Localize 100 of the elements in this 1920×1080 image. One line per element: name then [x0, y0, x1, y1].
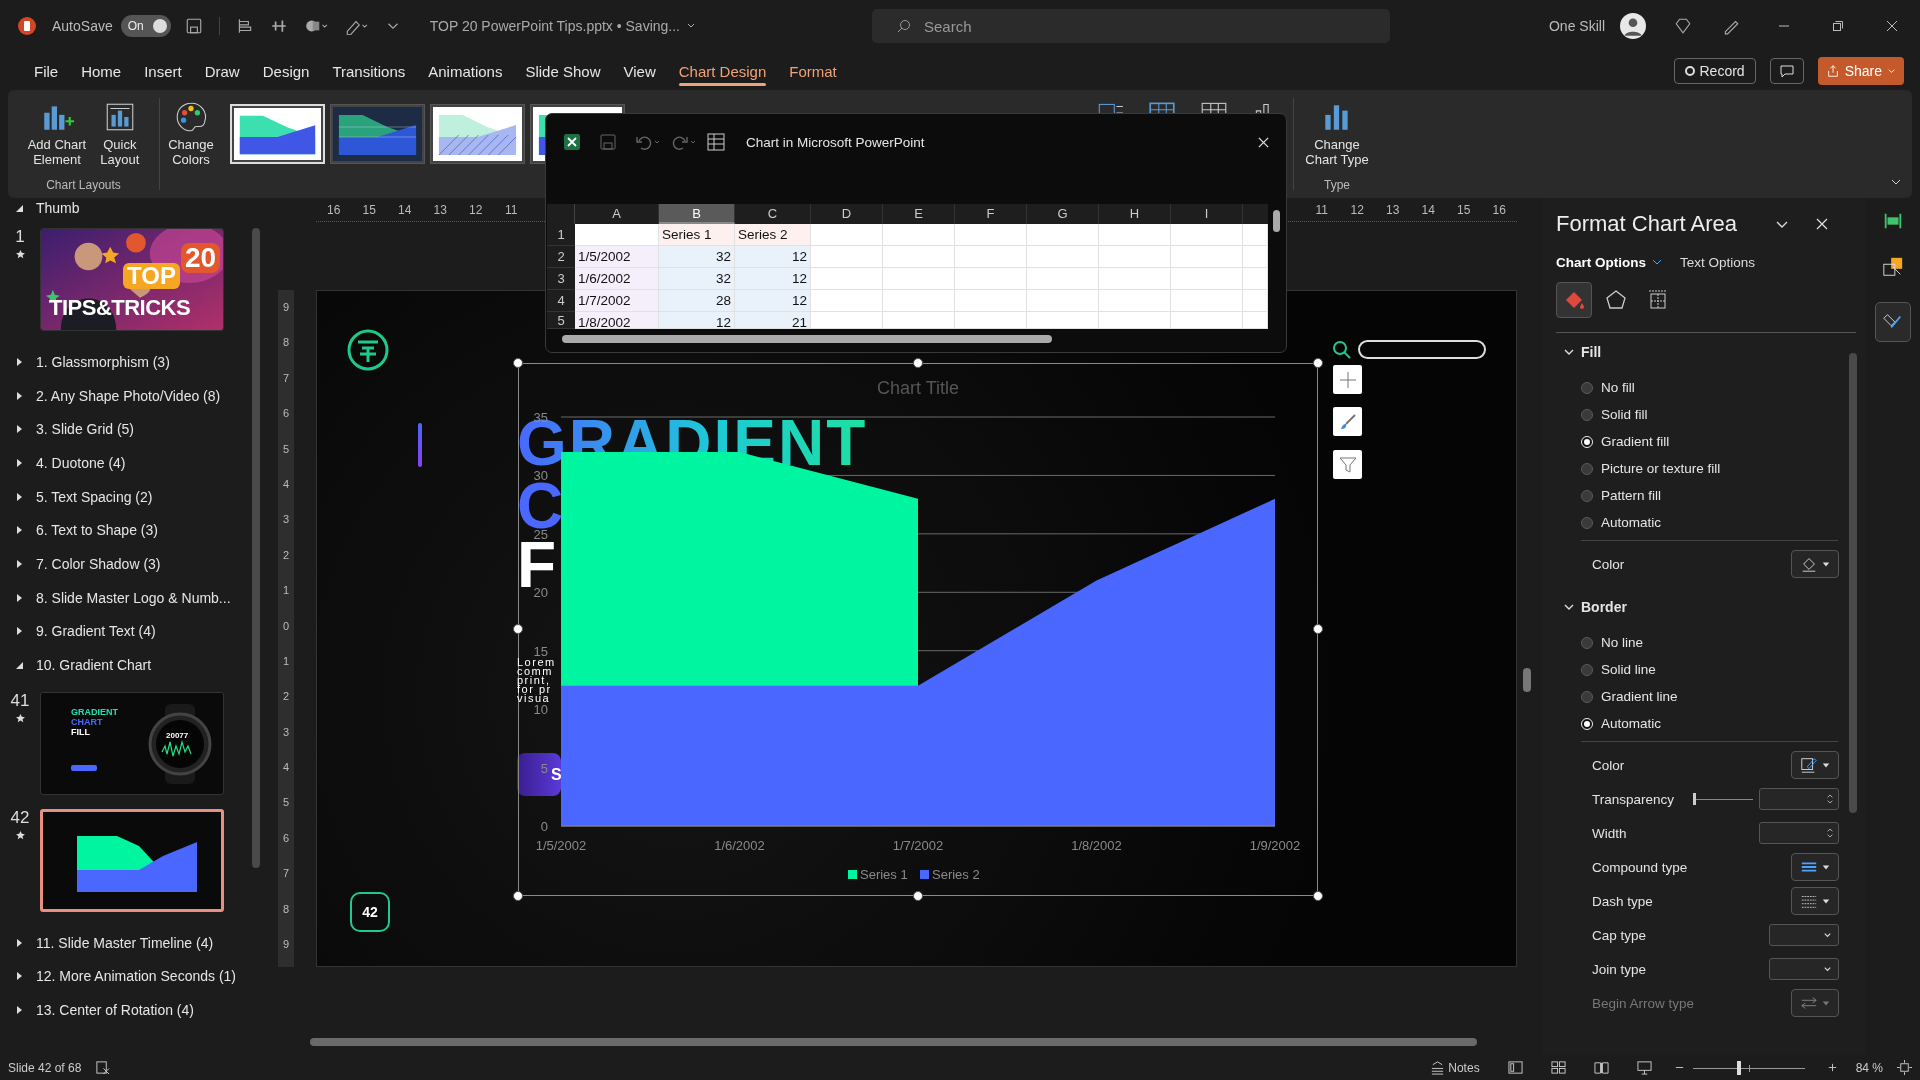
- expand-caret-icon[interactable]: [14, 424, 24, 435]
- close-icon[interactable]: [1886, 20, 1898, 32]
- record-button[interactable]: Record: [1673, 58, 1756, 84]
- table-cell[interactable]: 28: [659, 290, 735, 312]
- expand-caret-icon[interactable]: [14, 525, 24, 536]
- table-cell[interactable]: [883, 224, 955, 246]
- option-label[interactable]: Automatic: [1601, 515, 1662, 530]
- fit-slide-icon[interactable]: [1897, 1060, 1912, 1075]
- section-title[interactable]: 10. Gradient Chart: [36, 657, 152, 674]
- zoom-slider[interactable]: [1692, 1060, 1805, 1075]
- ribbon-button[interactable]: Quick Layout: [96, 96, 144, 167]
- option-label[interactable]: No line: [1601, 635, 1644, 650]
- column-header[interactable]: B: [659, 204, 735, 224]
- option-label[interactable]: Solid line: [1601, 662, 1656, 677]
- expand-caret-icon[interactable]: [1564, 602, 1574, 612]
- dropdown-field[interactable]: [1769, 924, 1839, 946]
- table-cell[interactable]: 1/8/2002: [575, 312, 659, 329]
- menu-tab[interactable]: View: [613, 56, 666, 86]
- section-title[interactable]: 4. Duotone (4): [36, 454, 126, 471]
- menu-tab[interactable]: Insert: [134, 56, 192, 86]
- expand-caret-icon[interactable]: [14, 491, 24, 502]
- chart-style-thumbnail[interactable]: [330, 104, 425, 164]
- table-cell[interactable]: [1171, 246, 1243, 268]
- expand-caret-icon[interactable]: [14, 390, 24, 401]
- table-icon[interactable]: [706, 132, 726, 152]
- distribute-icon[interactable]: [269, 17, 288, 35]
- menu-tab[interactable]: Format: [779, 56, 847, 86]
- radio-button[interactable]: [1581, 516, 1593, 529]
- table-cell[interactable]: [1099, 224, 1171, 246]
- transparency-slider[interactable]: [1693, 793, 1753, 805]
- zoom-in-icon[interactable]: [1826, 1062, 1838, 1073]
- radio-button[interactable]: [1581, 408, 1593, 421]
- table-cell[interactable]: [883, 290, 955, 312]
- width-field[interactable]: [1759, 822, 1839, 844]
- resize-handle[interactable]: [1313, 624, 1323, 634]
- ribbon-button[interactable]: Add Chart Element: [23, 96, 91, 167]
- section-title[interactable]: 1. Glassmorphism (3): [36, 353, 170, 370]
- radio-button[interactable]: [1581, 462, 1593, 475]
- share-button[interactable]: Share: [1817, 57, 1904, 85]
- change-colors-button[interactable]: Change Colors: [160, 90, 222, 198]
- column-header[interactable]: C: [735, 204, 811, 224]
- column-header[interactable]: A: [575, 204, 659, 224]
- option-label[interactable]: Gradient fill: [1601, 434, 1670, 449]
- section-title[interactable]: 11. Slide Master Timeline (4): [36, 934, 214, 951]
- format-pane-button[interactable]: [1875, 302, 1911, 342]
- accessibility-icon[interactable]: [95, 1060, 111, 1075]
- menu-tab[interactable]: Chart Design: [668, 56, 777, 86]
- expand-caret-icon[interactable]: [14, 971, 24, 982]
- table-cell[interactable]: [883, 312, 955, 329]
- table-cell[interactable]: [1243, 224, 1268, 246]
- table-cell[interactable]: [1099, 246, 1171, 268]
- expand-caret-icon[interactable]: [14, 457, 24, 468]
- fill-line-tab[interactable]: [1556, 282, 1592, 318]
- resize-handle[interactable]: [1313, 358, 1323, 368]
- table-cell[interactable]: [811, 268, 883, 290]
- expand-caret-icon[interactable]: [1564, 347, 1574, 357]
- section-title[interactable]: Fill: [1581, 344, 1602, 360]
- color-picker-button[interactable]: [1791, 751, 1839, 779]
- menu-tab[interactable]: Home: [71, 56, 132, 86]
- menu-tab[interactable]: Slide Show: [515, 56, 611, 86]
- radio-button[interactable]: [1581, 489, 1593, 502]
- option-label[interactable]: Gradient line: [1601, 689, 1678, 704]
- diamond-icon[interactable]: [1674, 17, 1692, 35]
- table-cell[interactable]: [811, 312, 883, 329]
- expand-caret-icon[interactable]: [14, 1005, 24, 1016]
- option-label[interactable]: Picture or texture fill: [1601, 461, 1721, 476]
- section-title[interactable]: 3. Slide Grid (5): [36, 421, 135, 438]
- table-cell[interactable]: [811, 290, 883, 312]
- transparency-field[interactable]: [1759, 788, 1839, 810]
- presentation-icon[interactable]: [1636, 1060, 1652, 1075]
- expand-caret-icon[interactable]: [14, 558, 24, 569]
- normal-view-icon[interactable]: [1507, 1060, 1523, 1075]
- color-picker-button[interactable]: [1791, 550, 1839, 578]
- row-header[interactable]: 2: [547, 246, 575, 268]
- dropdown-field[interactable]: [1769, 958, 1839, 980]
- menu-tab[interactable]: Animations: [418, 56, 513, 86]
- close-icon[interactable]: [1257, 135, 1270, 149]
- maximize-icon[interactable]: [1832, 20, 1844, 32]
- menu-tab[interactable]: File: [24, 56, 69, 86]
- menu-tab[interactable]: Transitions: [322, 56, 416, 86]
- table-cell[interactable]: 1/5/2002: [575, 246, 659, 268]
- grid-view-icon[interactable]: [1550, 1060, 1566, 1075]
- autosave-toggle[interactable]: On: [120, 15, 171, 37]
- table-cell[interactable]: Series 2: [735, 224, 811, 246]
- table-cell[interactable]: [1099, 312, 1171, 329]
- table-cell[interactable]: [1171, 312, 1243, 329]
- table-cell[interactable]: [883, 268, 955, 290]
- table-cell[interactable]: 12: [735, 268, 811, 290]
- table-cell[interactable]: 21: [735, 312, 811, 329]
- table-cell[interactable]: [1171, 268, 1243, 290]
- expand-caret-icon[interactable]: [14, 592, 24, 603]
- table-cell[interactable]: [1027, 268, 1099, 290]
- close-icon[interactable]: [1814, 217, 1829, 231]
- app-logo-icon[interactable]: [17, 16, 37, 36]
- compound-type-button[interactable]: [1791, 853, 1839, 881]
- spinner-icon[interactable]: [1826, 826, 1834, 840]
- section-title[interactable]: Thumb: [36, 200, 80, 216]
- save-icon[interactable]: [184, 17, 203, 35]
- section-title[interactable]: Border: [1581, 599, 1627, 615]
- table-cell[interactable]: [811, 246, 883, 268]
